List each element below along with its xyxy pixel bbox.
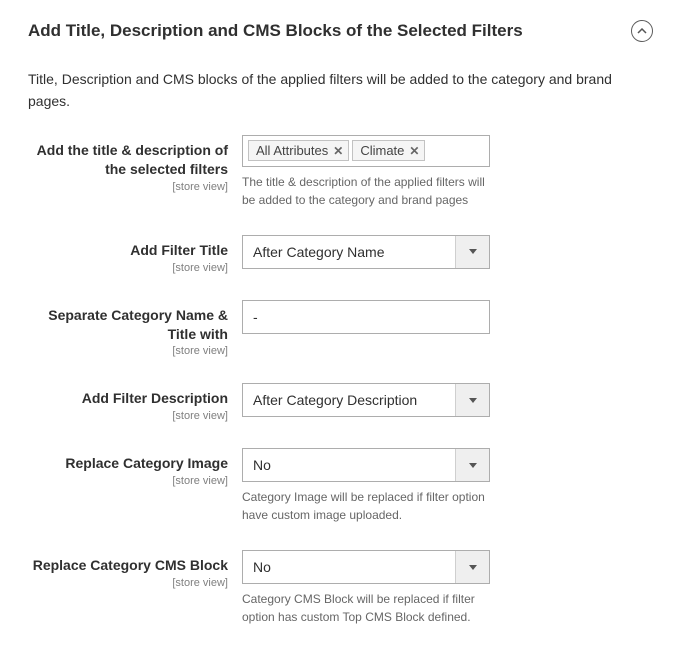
select-value: After Category Description xyxy=(243,384,455,416)
filter-title-select[interactable]: After Category Name xyxy=(242,235,490,269)
field-row-replace-cms: Replace Category CMS Block [store view] … xyxy=(28,550,653,626)
section-description: Title, Description and CMS blocks of the… xyxy=(28,68,653,113)
close-icon[interactable]: ✕ xyxy=(409,144,419,158)
chevron-down-icon xyxy=(455,449,489,481)
chevron-up-icon xyxy=(637,28,647,34)
field-row-filter-title: Add Filter Title [store view] After Cate… xyxy=(28,235,653,274)
field-help: Category CMS Block will be replaced if f… xyxy=(242,590,490,626)
field-row-selected-filters: Add the title & description of the selec… xyxy=(28,135,653,209)
field-row-separator: Separate Category Name & Title with [sto… xyxy=(28,300,653,358)
replace-cms-select[interactable]: No xyxy=(242,550,490,584)
tag-label: Climate xyxy=(360,143,404,158)
collapse-toggle-button[interactable] xyxy=(631,20,653,42)
field-help: Category Image will be replaced if filte… xyxy=(242,488,490,524)
replace-image-select[interactable]: No xyxy=(242,448,490,482)
field-label: Add the title & description of the selec… xyxy=(28,141,228,179)
field-label: Replace Category Image xyxy=(28,454,228,473)
tag-label: All Attributes xyxy=(256,143,328,158)
scope-label: [store view] xyxy=(28,345,228,357)
select-value: No xyxy=(243,551,455,583)
field-row-replace-image: Replace Category Image [store view] No C… xyxy=(28,448,653,524)
filter-description-select[interactable]: After Category Description xyxy=(242,383,490,417)
separator-input[interactable] xyxy=(242,300,490,334)
field-label: Add Filter Description xyxy=(28,389,228,408)
chevron-down-icon xyxy=(455,236,489,268)
select-value: After Category Name xyxy=(243,236,455,268)
selected-filters-input[interactable]: All Attributes ✕ Climate ✕ xyxy=(242,135,490,167)
scope-label: [store view] xyxy=(28,410,228,422)
field-label: Add Filter Title xyxy=(28,241,228,260)
section-header: Add Title, Description and CMS Blocks of… xyxy=(28,20,653,52)
scope-label: [store view] xyxy=(28,181,228,193)
select-value: No xyxy=(243,449,455,481)
chevron-down-icon xyxy=(455,551,489,583)
tag-all-attributes[interactable]: All Attributes ✕ xyxy=(248,140,349,161)
chevron-down-icon xyxy=(455,384,489,416)
close-icon[interactable]: ✕ xyxy=(333,144,343,158)
scope-label: [store view] xyxy=(28,577,228,589)
field-label: Replace Category CMS Block xyxy=(28,556,228,575)
field-row-filter-description: Add Filter Description [store view] Afte… xyxy=(28,383,653,422)
field-help: The title & description of the applied f… xyxy=(242,173,490,209)
scope-label: [store view] xyxy=(28,475,228,487)
section-title: Add Title, Description and CMS Blocks of… xyxy=(28,21,523,41)
scope-label: [store view] xyxy=(28,262,228,274)
field-label: Separate Category Name & Title with xyxy=(28,306,228,344)
tag-climate[interactable]: Climate ✕ xyxy=(352,140,425,161)
